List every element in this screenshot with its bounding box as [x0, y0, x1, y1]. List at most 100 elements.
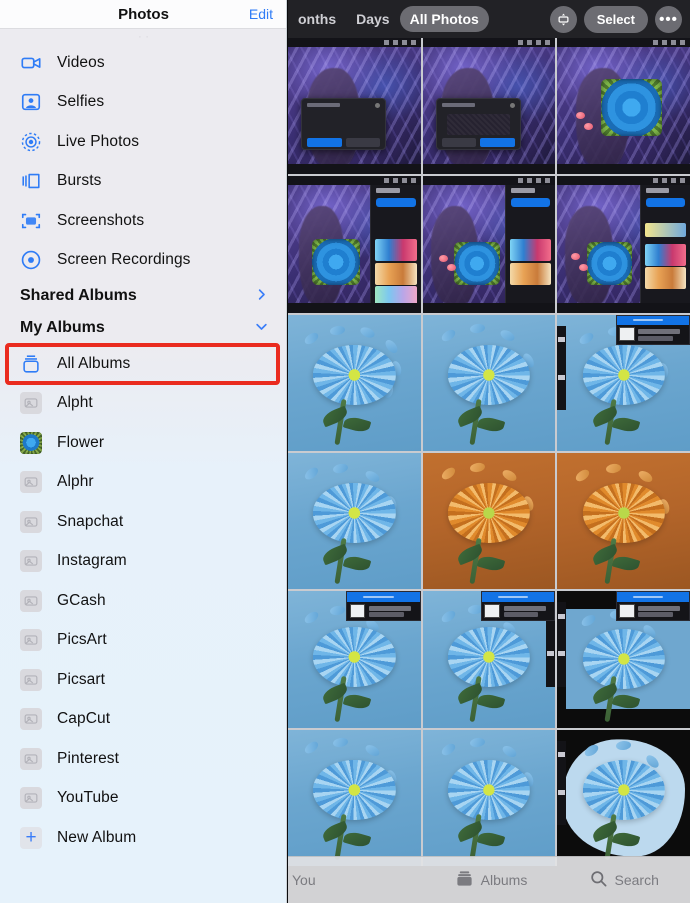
photo-thumbnail[interactable]: [422, 591, 556, 728]
highlight-box: [5, 343, 280, 385]
section-label: My Albums: [20, 319, 105, 336]
sidebar-item-screen-recordings[interactable]: Screen Recordings: [0, 241, 286, 281]
sidebar-item-label: New Album: [57, 828, 137, 846]
sidebar-section-shared-albums[interactable]: Shared Albums: [0, 280, 286, 312]
album-placeholder-icon: [20, 392, 42, 415]
photo-thumbnail[interactable]: [557, 314, 690, 451]
artwork-dialog: [435, 97, 521, 150]
artwork-bottombar: [557, 164, 690, 175]
sidebar-item-youtube[interactable]: YouTube: [0, 779, 286, 819]
photo-thumbnail[interactable]: [288, 176, 421, 313]
sidebar-item-gcash[interactable]: GCash: [0, 581, 286, 621]
tab-you[interactable]: You: [288, 872, 425, 888]
photo-thumbnail[interactable]: [557, 591, 690, 728]
sidebar-item-instagram[interactable]: Instagram: [0, 542, 286, 582]
photo-thumbnail[interactable]: [422, 729, 556, 866]
album-placeholder-icon: [20, 668, 42, 691]
editor-tool-strip: [557, 325, 567, 411]
sidebar-item-all-albums[interactable]: All Albums: [0, 343, 286, 385]
zoom-resize-icon[interactable]: [549, 5, 577, 33]
album-placeholder-icon: [20, 629, 42, 652]
editor-layers-panel: [615, 314, 690, 345]
sidebar-section-my-albums[interactable]: My Albums: [0, 312, 286, 344]
sidebar-item-label: All Albums: [57, 354, 131, 372]
photo-thumbnail[interactable]: [288, 38, 421, 175]
segment-days[interactable]: Days: [346, 6, 399, 32]
sidebar-item-label: Selfies: [57, 93, 105, 111]
sidebar-item-flower[interactable]: Flower: [0, 423, 286, 463]
flower-bloom: [313, 626, 396, 687]
sidebar-item-snapchat[interactable]: Snapchat: [0, 502, 286, 542]
sidebar-item-screenshots[interactable]: Screenshots: [0, 201, 286, 241]
tab-albums[interactable]: Albums: [425, 869, 558, 891]
photo-thumbnail[interactable]: [557, 38, 690, 175]
segment-months[interactable]: onths: [288, 6, 346, 32]
sidebar-item-label: Screen Recordings: [57, 251, 191, 269]
segment-all-photos[interactable]: All Photos: [399, 6, 489, 32]
sidebar-item-label: Instagram: [57, 552, 127, 570]
flower-bloom: [582, 629, 665, 690]
burst-stack-icon: [20, 170, 42, 192]
artwork-bottombar: [288, 164, 421, 175]
edit-button[interactable]: Edit: [249, 6, 273, 22]
flower-bloom: [447, 759, 531, 820]
tab-search-label: Search: [614, 872, 659, 888]
video-camera-icon: [20, 52, 42, 74]
photo-thumbnail[interactable]: [288, 452, 421, 590]
sidebar-item-label: Snapchat: [57, 512, 124, 530]
more-options-button[interactable]: •••: [655, 5, 682, 33]
photo-thumbnail[interactable]: [288, 314, 421, 451]
sidebar-item-label: Live Photos: [57, 132, 140, 150]
photo-thumbnail[interactable]: [422, 314, 556, 451]
flower-bloom: [447, 344, 531, 405]
sidebar-item-live-photos[interactable]: Live Photos: [0, 122, 286, 162]
sidebar-item-selfies[interactable]: Selfies: [0, 83, 286, 123]
album-placeholder-icon: [20, 510, 42, 533]
sidebar-item-pinterest[interactable]: Pinterest: [0, 739, 286, 779]
editor-tool-strip: [557, 740, 567, 826]
artwork-dialog: [301, 97, 387, 150]
artwork-palette-panel: [504, 185, 556, 303]
photo-thumbnail[interactable]: [557, 729, 690, 866]
photos-sidebar: Photos Edit · · Videos Selfies Live Phot…: [0, 0, 287, 903]
album-placeholder-icon: [20, 589, 42, 612]
album-placeholder-icon: [20, 471, 42, 494]
tab-search[interactable]: Search: [557, 869, 690, 891]
sidebar-item-label: GCash: [57, 591, 106, 609]
artwork-palette-panel: [639, 185, 690, 303]
sidebar-item-label: PicsArt: [57, 631, 107, 649]
flower-bloom: [447, 482, 531, 543]
page-title: Photos: [118, 5, 169, 23]
portrait-person-icon: [20, 91, 42, 113]
artwork-palette-panel: [370, 185, 421, 309]
photo-thumbnail[interactable]: [288, 729, 421, 866]
flower-bloom: [582, 344, 665, 405]
album-placeholder-icon: [20, 550, 42, 573]
sidebar-item-capcut[interactable]: CapCut: [0, 700, 286, 740]
select-button[interactable]: Select: [583, 5, 648, 33]
chevron-down-icon[interactable]: [254, 319, 269, 338]
photo-thumbnail[interactable]: [422, 452, 556, 590]
photo-thumbnail[interactable]: [288, 591, 421, 728]
sidebar-item-alphr[interactable]: Alphr: [0, 463, 286, 503]
sidebar-item-bursts[interactable]: Bursts: [0, 162, 286, 202]
sidebar-item-label: Bursts: [57, 172, 102, 190]
sidebar-item-label: Screenshots: [57, 211, 145, 229]
sidebar-item-alpht[interactable]: Alpht: [0, 384, 286, 424]
search-icon: [589, 869, 608, 891]
plus-icon: +: [20, 826, 42, 849]
photo-thumbnail[interactable]: [557, 452, 690, 590]
sidebar-item-picsart-2[interactable]: Picsart: [0, 660, 286, 700]
sidebar-item-videos[interactable]: Videos: [0, 43, 286, 83]
photo-thumbnail[interactable]: [557, 176, 690, 313]
sidebar-item-new-album[interactable]: + New Album: [0, 818, 286, 858]
chevron-right-icon[interactable]: [254, 287, 269, 306]
photo-thumbnail[interactable]: [422, 176, 556, 313]
sidebar-item-label: Flower: [57, 433, 105, 451]
sidebar-item-picsart-1[interactable]: PicsArt: [0, 621, 286, 661]
photo-grid: [288, 38, 690, 866]
flower-bloom: [313, 344, 396, 405]
live-photo-icon: [20, 131, 42, 153]
artwork-bottombar: [422, 302, 556, 313]
photo-thumbnail[interactable]: [422, 38, 556, 175]
